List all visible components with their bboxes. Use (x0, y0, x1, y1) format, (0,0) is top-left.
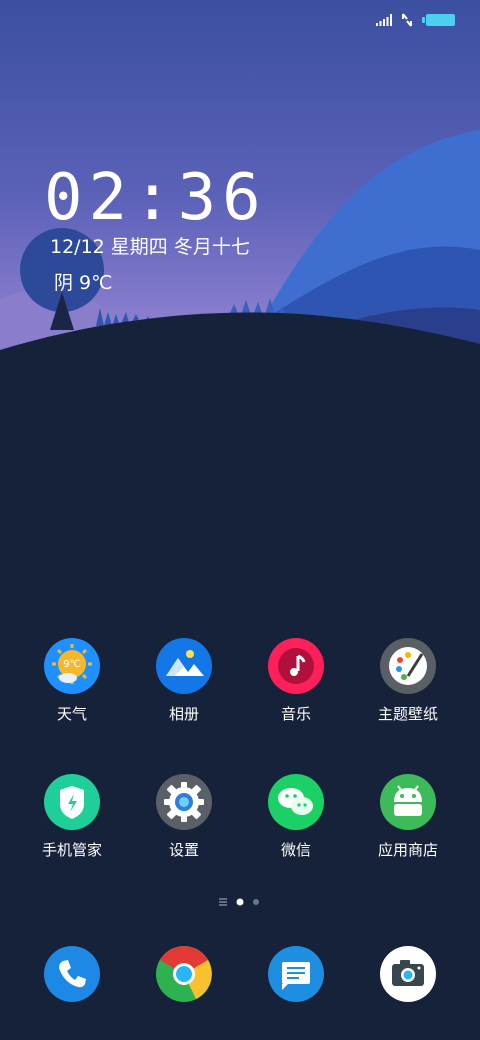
app-label: 设置 (168, 841, 199, 859)
status-bar (376, 10, 456, 30)
app-phone-manager[interactable]: 手机管家 (16, 774, 128, 860)
dock-phone[interactable] (16, 946, 128, 1002)
dock-browser[interactable] (128, 946, 240, 1002)
app-store-android-icon (380, 774, 436, 830)
phone-manager-shield-icon (44, 774, 100, 830)
app-weather[interactable]: 9℃ 天气 (16, 638, 128, 724)
clock-time[interactable]: 02:36 (44, 160, 267, 236)
weather-summary[interactable]: 阴 9℃ (54, 268, 112, 298)
settings-gear-icon (156, 774, 212, 830)
music-icon (268, 638, 324, 694)
camera-icon (380, 946, 436, 1002)
wallpaper (0, 0, 480, 1040)
page-indicator[interactable] (0, 896, 480, 908)
messages-icon (268, 946, 324, 1002)
app-label: 相册 (168, 705, 199, 723)
dock-messages[interactable] (240, 946, 352, 1002)
date-lunar[interactable]: 12/12 星期四 冬月十七 (50, 232, 250, 262)
app-label: 音乐 (280, 705, 311, 723)
battery-icon (422, 13, 456, 27)
wechat-icon (268, 774, 324, 830)
browser-icon (156, 946, 212, 1002)
weather-badge: 9℃ (63, 659, 81, 670)
page-dot-active (236, 898, 244, 906)
dock-camera[interactable] (352, 946, 464, 1002)
data-arrows-icon (400, 13, 414, 27)
app-label: 微信 (280, 841, 311, 859)
menu-lines-icon (219, 898, 227, 906)
app-themes[interactable]: 主题壁纸 (352, 638, 464, 724)
phone-icon (44, 946, 100, 1002)
app-store[interactable]: 应用商店 (352, 774, 464, 860)
app-settings[interactable]: 设置 (128, 774, 240, 860)
page-dot (253, 899, 259, 905)
app-label: 天气 (56, 705, 87, 723)
app-label: 手机管家 (41, 841, 102, 859)
app-label: 应用商店 (377, 841, 438, 859)
weather-icon: 9℃ (44, 638, 100, 694)
themes-palette-icon (380, 638, 436, 694)
app-label: 主题壁纸 (377, 705, 438, 723)
app-wechat[interactable]: 微信 (240, 774, 352, 860)
gallery-icon (156, 638, 212, 694)
app-gallery[interactable]: 相册 (128, 638, 240, 724)
signal-bars-icon (376, 14, 392, 26)
app-music[interactable]: 音乐 (240, 638, 352, 724)
